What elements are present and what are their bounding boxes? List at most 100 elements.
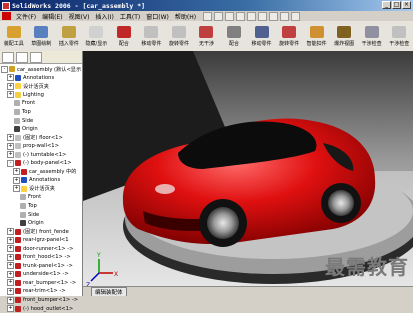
collapse-icon[interactable]: - [1, 65, 8, 73]
expand-icon[interactable]: + [7, 236, 14, 244]
toolbar-button[interactable]: 旋转零件 [165, 21, 193, 51]
expand-icon[interactable]: + [7, 305, 14, 313]
expand-icon[interactable]: + [7, 151, 14, 159]
tree-item[interactable]: + Annotations [0, 176, 82, 185]
expand-icon[interactable]: + [7, 296, 14, 304]
toolbar-button[interactable]: 装配工具 [0, 21, 28, 51]
expand-icon[interactable]: + [13, 176, 20, 184]
expand-icon[interactable]: + [7, 262, 14, 270]
minimize-button[interactable]: _ [382, 1, 391, 9]
expand-icon[interactable]: + [7, 82, 14, 90]
expand-icon[interactable]: + [7, 245, 14, 253]
tree-item-icon [15, 83, 21, 90]
smart-fastener-icon [309, 25, 324, 38]
options-icon[interactable] [280, 11, 290, 21]
tree-item[interactable]: + Annotations [0, 74, 82, 83]
expand-icon[interactable]: + [7, 91, 14, 99]
tree-item[interactable]: Top [0, 108, 82, 117]
expand-icon[interactable]: + [7, 228, 14, 236]
toolbar-button[interactable]: 干涉检查 [385, 21, 413, 51]
move-icon [144, 25, 159, 38]
expand-icon[interactable]: + [13, 185, 20, 193]
help-icon[interactable] [291, 11, 301, 21]
menu-window[interactable]: 窗口(W) [143, 12, 172, 21]
tree-item[interactable]: + rear-lgrz-panel<1 [0, 236, 82, 245]
close-button[interactable]: × [402, 1, 411, 9]
toolbar-button[interactable]: 草图绘制 [28, 21, 56, 51]
tree-item[interactable]: + prop-wall<1> [0, 142, 82, 151]
menu-insert[interactable]: 插入(I) [92, 12, 116, 21]
expand-icon[interactable]: + [7, 287, 14, 295]
tree-item[interactable]: + (-) turntable<1> [0, 150, 82, 159]
toolbar-button[interactable]: 旋转零件 [275, 21, 303, 51]
expand-icon[interactable]: + [7, 279, 14, 287]
tree-item[interactable]: Side [0, 116, 82, 125]
toolbar-button[interactable]: 移动零件 [248, 21, 276, 51]
move-component-icon [254, 25, 269, 38]
tree-item[interactable]: + car_assembly 中的 [0, 168, 82, 177]
tree-item-icon [15, 143, 21, 150]
print-icon[interactable] [236, 11, 246, 21]
menu-file[interactable]: 文件(F) [13, 12, 39, 21]
tree-item-icon [14, 126, 20, 133]
tree-item[interactable]: Side [0, 210, 82, 219]
tab-feature-tree[interactable] [2, 51, 14, 63]
expand-icon[interactable]: + [7, 142, 14, 150]
tree-item[interactable]: + rear_bumper<1> -> [0, 279, 82, 288]
graphics-area[interactable]: X Y Z 最需教育 编辑装配体 [83, 51, 413, 296]
undo-icon[interactable] [247, 11, 257, 21]
menu-edit[interactable]: 编辑(E) [39, 12, 65, 21]
toolbar-button-label: 隐藏/显示 [85, 40, 108, 47]
tab-configuration-manager[interactable] [30, 51, 42, 63]
maximize-button[interactable]: □ [392, 1, 401, 9]
menu-help[interactable]: 帮助(H) [172, 12, 199, 21]
tree-item-label: underside<1> -> [23, 271, 69, 278]
collapse-icon[interactable]: - [7, 159, 14, 167]
tree-item[interactable]: + (固定) floor<1> [0, 133, 82, 142]
menu-tools[interactable]: 工具(T) [117, 12, 143, 21]
menu-view[interactable]: 视图(V) [66, 12, 93, 21]
insert-part-icon [61, 25, 76, 38]
tree-item[interactable]: Origin [0, 125, 82, 134]
tree-item[interactable]: + trunk-panel<1> -> [0, 262, 82, 271]
tree-item[interactable]: + front_hood<1> -> [0, 253, 82, 262]
expand-icon[interactable]: + [7, 270, 14, 278]
tree-item[interactable]: + 设计活页夹 [0, 185, 82, 194]
tree-item[interactable]: Front [0, 99, 82, 108]
tree-item-label: (-) body-panel<1> [23, 160, 72, 167]
tree-item[interactable]: + door-runner<1> -> [0, 244, 82, 253]
tree-item-icon [15, 134, 21, 141]
tree-item[interactable]: + underside<1> -> [0, 270, 82, 279]
toolbar-button[interactable]: 配合 [110, 21, 138, 51]
toolbar-button[interactable]: 爆炸视图 [330, 21, 358, 51]
tree-item[interactable]: - (-) body-panel<1> [0, 159, 82, 168]
toolbar-button[interactable]: 智能扣件 [303, 21, 331, 51]
tree-item[interactable]: + Lighting [0, 91, 82, 100]
toolbar-button[interactable]: 移动零件 [138, 21, 166, 51]
tree-item[interactable]: + 设计活页夹 [0, 82, 82, 91]
open-icon[interactable] [214, 11, 224, 21]
tree-item[interactable]: + (-) hood_outlet<1> [0, 304, 82, 313]
new-icon[interactable] [203, 11, 213, 21]
expand-icon[interactable]: + [13, 168, 20, 176]
toolbar-button[interactable]: 配合 [220, 21, 248, 51]
select-icon[interactable] [258, 11, 268, 21]
tree-item[interactable]: + rear-trim<1> -> [0, 287, 82, 296]
tab-property-manager[interactable] [16, 51, 28, 63]
toolbar-button[interactable]: 无干涉 [193, 21, 221, 51]
tree-item-icon [9, 66, 15, 73]
expand-icon[interactable]: + [7, 253, 14, 261]
toolbar-button[interactable]: 插入零件 [55, 21, 83, 51]
tree-item[interactable]: Top [0, 202, 82, 211]
save-icon[interactable] [225, 11, 235, 21]
tree-item[interactable]: - car_assembly (默认<显示 [0, 65, 82, 74]
tree-item[interactable]: Front [0, 193, 82, 202]
rebuild-icon[interactable] [269, 11, 279, 21]
tree-item[interactable]: + front_bumper<1> -> [0, 296, 82, 305]
tree-item[interactable]: + (固定) front_fende [0, 227, 82, 236]
tree-item[interactable]: Origin [0, 219, 82, 228]
toolbar-button[interactable]: 干涉检查 [358, 21, 386, 51]
toolbar-button[interactable]: 隐藏/显示 [83, 21, 111, 51]
expand-icon[interactable]: + [7, 74, 14, 82]
expand-icon[interactable]: + [7, 134, 14, 142]
